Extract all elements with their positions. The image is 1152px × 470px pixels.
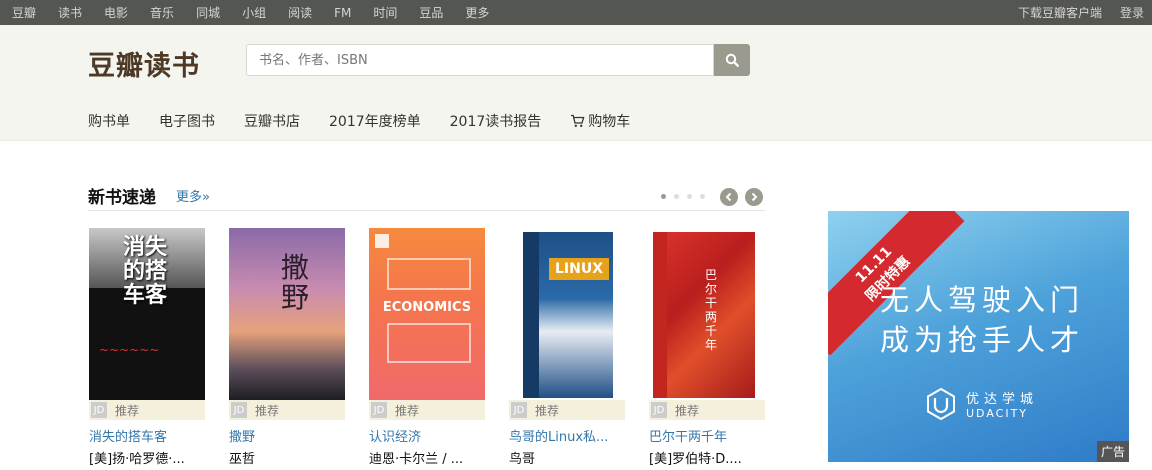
book-author: 巫哲 bbox=[229, 452, 256, 467]
jd-icon: JD bbox=[371, 402, 387, 418]
carousel-dot[interactable] bbox=[687, 194, 692, 199]
book-author: 迪恩·卡尔兰 / ... bbox=[369, 452, 464, 467]
book-author: [美]罗伯特·D.... bbox=[649, 452, 742, 467]
recommend-badge-row: JD 推荐 bbox=[229, 400, 345, 420]
subnav-bookstore[interactable]: 豆瓣书店 bbox=[244, 111, 300, 131]
search-icon bbox=[725, 53, 739, 67]
book-cover[interactable]: 消失的搭车客 ~~~~~~ bbox=[89, 228, 205, 400]
site-logo[interactable]: 豆瓣读书 bbox=[88, 44, 200, 83]
jd-icon: JD bbox=[231, 402, 247, 418]
global-nav: 豆瓣 读书 电影 音乐 同城 小组 阅读 FM 时间 豆品 更多 下载豆瓣客户端… bbox=[0, 0, 1152, 25]
subnav-reading-report[interactable]: 2017读书报告 bbox=[450, 111, 542, 131]
ad-subheadline: 成为抢手人才 bbox=[880, 323, 1085, 357]
subnav-items: 购书单 电子图书 豆瓣书店 2017年度榜单 2017读书报告 购物车 bbox=[88, 101, 659, 141]
book-cover[interactable]: ECONOMICS bbox=[369, 228, 485, 400]
carousel-next-button[interactable] bbox=[745, 188, 763, 206]
cover-title-text: ECONOMICS bbox=[382, 300, 472, 315]
carousel-dot[interactable] bbox=[661, 194, 666, 199]
book-cover[interactable]: LINUX bbox=[509, 228, 625, 400]
cover-title-text: 撒野 bbox=[281, 251, 310, 314]
nav-read[interactable]: 阅读 bbox=[288, 4, 312, 21]
nav-group[interactable]: 小组 bbox=[242, 4, 266, 21]
ad-brand-en: UDACITY bbox=[966, 407, 1029, 420]
recommend-label: 推荐 bbox=[395, 403, 420, 418]
book-title[interactable]: 撒野 bbox=[229, 426, 369, 445]
book-subnav: 购书单 电子图书 豆瓣书店 2017年度榜单 2017读书报告 购物车 bbox=[0, 101, 1152, 141]
subnav-annual-list[interactable]: 2017年度榜单 bbox=[329, 111, 421, 131]
search-button[interactable] bbox=[714, 44, 750, 76]
recommend-label: 推荐 bbox=[255, 403, 280, 418]
recommend-badge-row: JD 推荐 bbox=[89, 400, 205, 420]
recommend-label: 推荐 bbox=[115, 403, 140, 418]
nav-douban[interactable]: 豆瓣 bbox=[12, 4, 36, 21]
ad-brand: 优达学城 UDACITY bbox=[966, 388, 1038, 420]
carousel-dot[interactable] bbox=[700, 194, 705, 199]
book-cover[interactable]: 巴尔干两千年 bbox=[649, 228, 765, 400]
nav-fm[interactable]: FM bbox=[334, 6, 351, 20]
jd-icon: JD bbox=[91, 402, 107, 418]
subnav-ebook[interactable]: 电子图书 bbox=[159, 111, 215, 131]
site-header: 豆瓣读书 bbox=[0, 25, 1152, 102]
book-title[interactable]: 巴尔干两千年 bbox=[649, 426, 789, 445]
carousel-prev-button[interactable] bbox=[720, 188, 738, 206]
ad-brand-cn: 优达学城 bbox=[966, 392, 1039, 407]
udacity-logo: 优达学城 UDACITY bbox=[924, 387, 1038, 421]
global-nav-right: 下载豆瓣客户端 登录 bbox=[1000, 0, 1144, 25]
nav-location[interactable]: 同城 bbox=[196, 4, 220, 21]
ad-headline: 无人驾驶入门 bbox=[880, 283, 1085, 317]
cart-icon bbox=[571, 114, 585, 127]
section-title: 新书速递 bbox=[88, 188, 156, 208]
more-link[interactable]: 更多» bbox=[176, 186, 210, 205]
global-nav-links: 豆瓣 读书 电影 音乐 同城 小组 阅读 FM 时间 豆品 更多 bbox=[12, 0, 511, 25]
book-title[interactable]: 消失的搭车客 bbox=[89, 426, 229, 445]
recommend-badge-row: JD 推荐 bbox=[369, 400, 485, 420]
nav-book[interactable]: 读书 bbox=[58, 4, 82, 21]
search-input[interactable] bbox=[247, 45, 713, 75]
chevron-left-icon bbox=[725, 192, 732, 202]
book-cover[interactable]: 撒野 bbox=[229, 228, 345, 400]
recommend-label: 推荐 bbox=[675, 403, 700, 418]
section-divider bbox=[88, 210, 765, 211]
nav-more[interactable]: 更多 bbox=[465, 4, 489, 21]
recommend-badge-row: JD 推荐 bbox=[509, 400, 625, 420]
book-title[interactable]: 鸟哥的Linux私... bbox=[509, 426, 649, 445]
book-author: [美]扬·哈罗德·... bbox=[89, 452, 185, 467]
recommend-label: 推荐 bbox=[535, 403, 560, 418]
ad-label: 广告 bbox=[1096, 441, 1129, 462]
nav-time[interactable]: 时间 bbox=[373, 4, 397, 21]
jd-icon: JD bbox=[651, 402, 667, 418]
download-app-link[interactable]: 下载豆瓣客户端 bbox=[1018, 4, 1102, 21]
nav-movie[interactable]: 电影 bbox=[104, 4, 128, 21]
book-title[interactable]: 认识经济 bbox=[369, 426, 509, 445]
cover-title-text: LINUX bbox=[549, 258, 609, 280]
login-link[interactable]: 登录 bbox=[1120, 4, 1144, 21]
book-author: 鸟哥 bbox=[509, 452, 536, 467]
search-box bbox=[246, 44, 714, 76]
udacity-logo-icon bbox=[927, 387, 955, 421]
subnav-booklist[interactable]: 购书单 bbox=[88, 111, 130, 131]
recommend-badge-row: JD 推荐 bbox=[649, 400, 765, 420]
chevron-right-icon bbox=[751, 192, 758, 202]
subnav-cart[interactable]: 购物车 bbox=[570, 111, 630, 131]
cover-title-text: 巴尔干两千年 bbox=[705, 268, 718, 352]
ad-banner[interactable]: 11.11 限时特惠 无人驾驶入门 成为抢手人才 优达学城 UDACITY 广告 bbox=[828, 211, 1129, 462]
carousel-dots bbox=[661, 194, 713, 199]
carousel-dot[interactable] bbox=[674, 194, 679, 199]
nav-music[interactable]: 音乐 bbox=[150, 4, 174, 21]
nav-market[interactable]: 豆品 bbox=[419, 4, 443, 21]
jd-icon: JD bbox=[511, 402, 527, 418]
subnav-cart-label: 购物车 bbox=[588, 114, 631, 130]
cover-title-text: 消失的搭车客 bbox=[123, 235, 168, 308]
